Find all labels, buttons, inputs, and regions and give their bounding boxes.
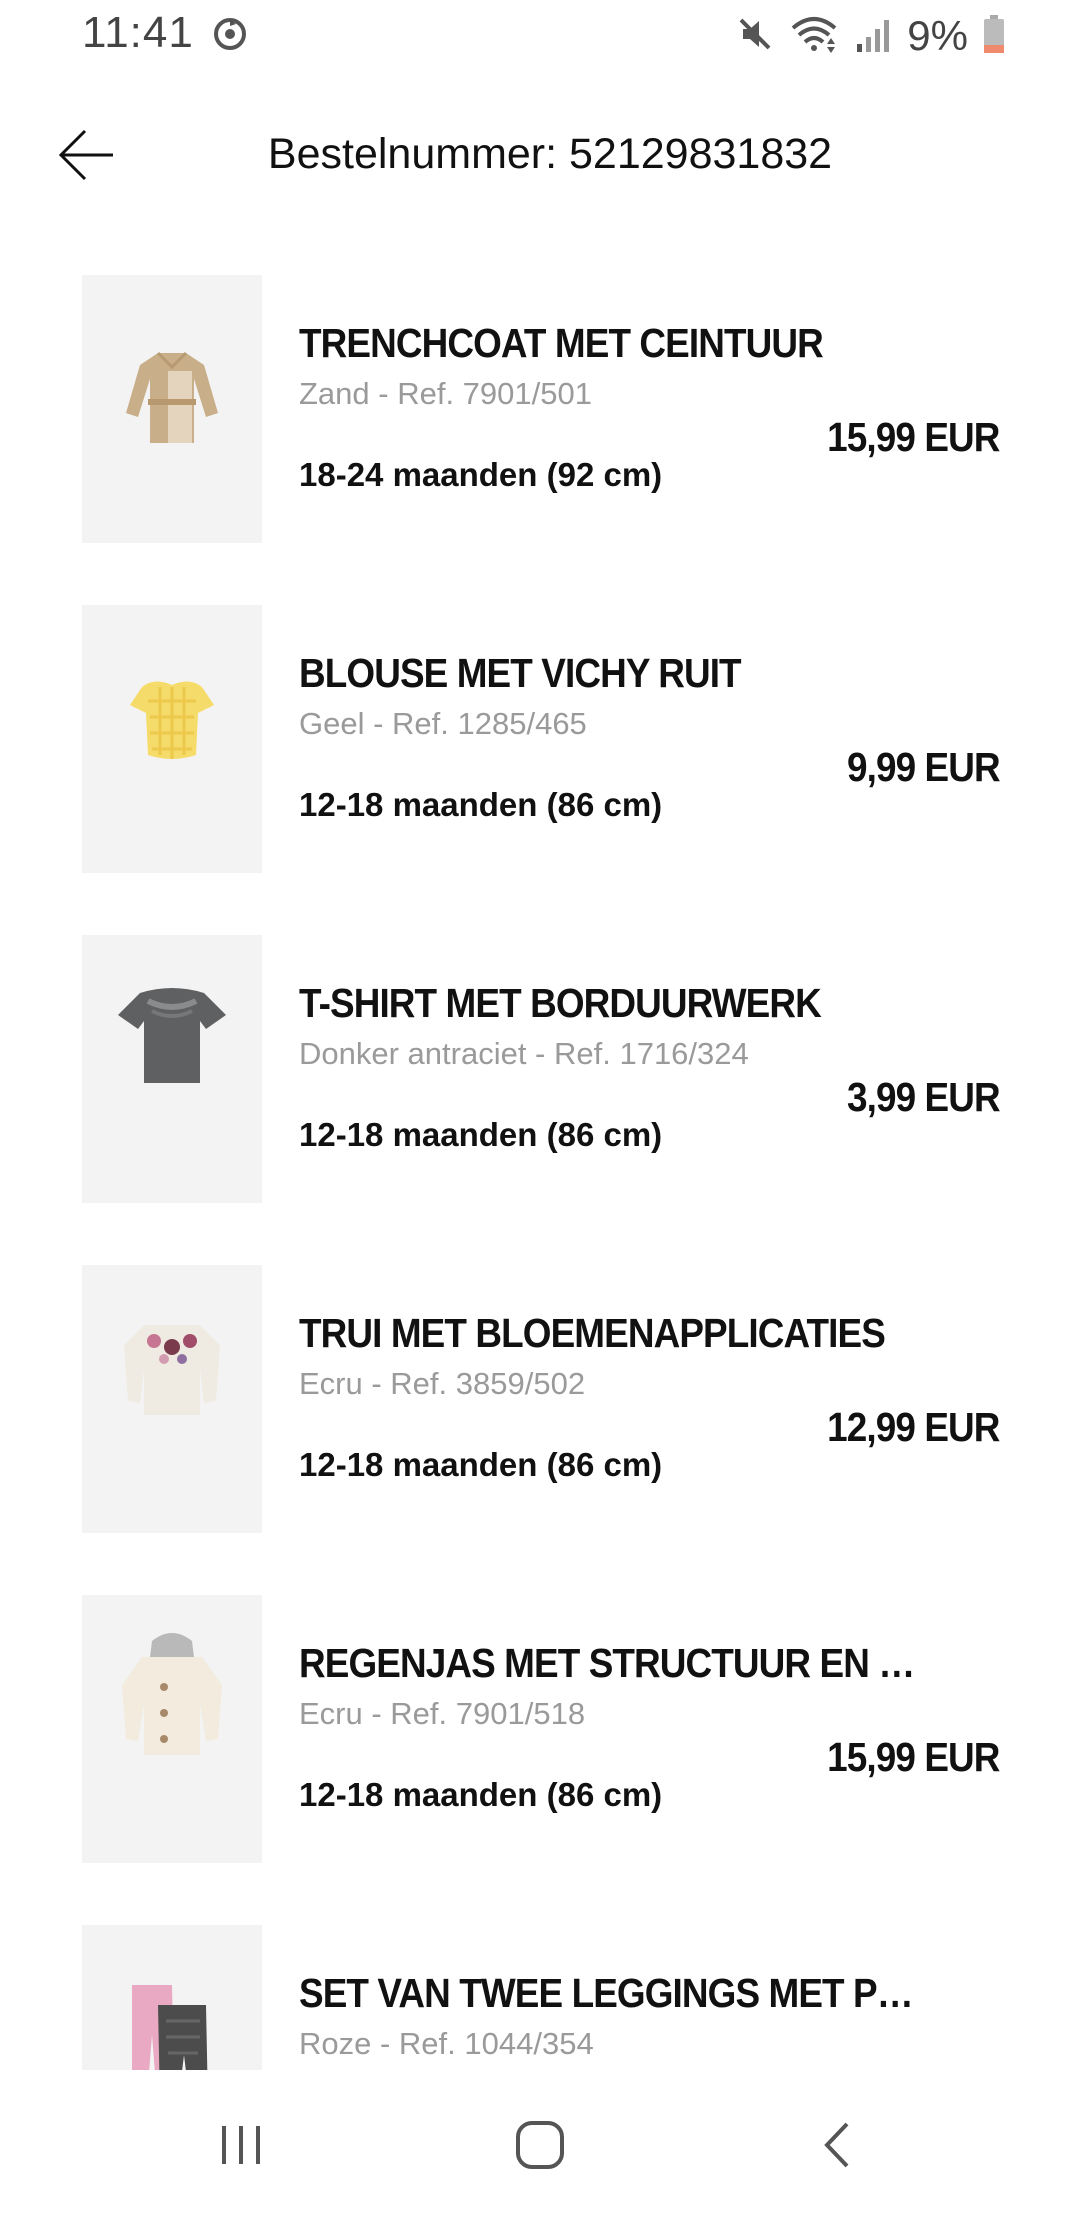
product-image[interactable] xyxy=(82,1595,262,1863)
product-name: SET VAN TWEE LEGGINGS MET PRINT xyxy=(299,1970,935,2016)
product-price: 12,99 EUR xyxy=(827,1404,1001,1450)
product-reference: Zand - Ref. 7901/501 xyxy=(299,376,592,411)
product-price: 9,99 EUR xyxy=(847,744,1001,790)
product-image[interactable] xyxy=(82,1925,262,2072)
product-size: 12-18 maanden (86 cm) xyxy=(299,1116,663,1153)
header: Bestelnummer: 52129831832 xyxy=(0,100,1080,210)
mute-icon xyxy=(735,14,775,59)
product-name: REGENJAS MET STRUCTUUR EN GES… xyxy=(299,1640,935,1686)
order-detail-screen: 11:41 9% Bestelnummer: 52129831832 TRENC… xyxy=(0,0,1080,2220)
home-icon xyxy=(516,2121,564,2169)
battery-percentage: 9% xyxy=(907,12,968,59)
product-size: 12-18 maanden (86 cm) xyxy=(299,786,663,823)
home-button[interactable] xyxy=(500,2110,580,2180)
product-price: 3,99 EUR xyxy=(847,1074,1001,1120)
page-title: Bestelnummer: 52129831832 xyxy=(267,130,833,178)
product-image[interactable] xyxy=(82,275,262,543)
product-price: 15,99 EUR xyxy=(827,414,1001,460)
nav-back-icon xyxy=(824,2122,849,2168)
product-image[interactable] xyxy=(82,1265,262,1533)
order-item-blouse[interactable]: BLOUSE MET VICHY RUIT Geel - Ref. 1285/4… xyxy=(0,602,1080,932)
product-reference: Ecru - Ref. 3859/502 xyxy=(299,1366,586,1401)
order-item-tshirt[interactable]: T-SHIRT MET BORDUURWERK Donker antraciet… xyxy=(0,932,1080,1262)
product-size: 12-18 maanden (86 cm) xyxy=(299,1776,663,1813)
recent-apps-icon xyxy=(222,2126,260,2164)
product-image[interactable] xyxy=(82,935,262,1203)
product-size: 12-18 maanden (86 cm) xyxy=(299,1446,663,1483)
order-item-raincoat[interactable]: REGENJAS MET STRUCTUUR EN GES… Ecru - Re… xyxy=(0,1592,1080,1922)
signal-icon xyxy=(853,14,893,59)
product-reference: Geel - Ref. 1285/465 xyxy=(299,706,587,741)
product-image[interactable] xyxy=(82,605,262,873)
product-name: TRENCHCOAT MET CEINTUUR xyxy=(299,320,824,366)
product-name: TRUI MET BLOEMENAPPLICATIES xyxy=(299,1310,886,1356)
product-size: 18-24 maanden (92 cm) xyxy=(299,456,663,493)
system-nav-bar xyxy=(0,2070,1080,2220)
battery-icon xyxy=(982,14,1006,59)
recent-apps-button[interactable] xyxy=(201,2110,281,2180)
status-time: 11:41 xyxy=(82,8,194,57)
product-reference: Roze - Ref. 1044/354 xyxy=(299,2026,594,2061)
order-item-sweater[interactable]: TRUI MET BLOEMENAPPLICATIES Ecru - Ref. … xyxy=(0,1262,1080,1592)
status-icons: 9% xyxy=(735,10,1006,62)
order-item-leggings[interactable]: SET VAN TWEE LEGGINGS MET PRINT Roze - R… xyxy=(0,1922,1080,2072)
order-item-list[interactable]: TRENCHCOAT MET CEINTUUR Zand - Ref. 7901… xyxy=(0,272,1080,2072)
nav-back-button[interactable] xyxy=(800,2110,880,2180)
sync-icon xyxy=(212,16,248,52)
wifi-icon xyxy=(789,14,839,59)
product-reference: Donker antraciet - Ref. 1716/324 xyxy=(299,1036,749,1071)
product-name: BLOUSE MET VICHY RUIT xyxy=(299,650,742,696)
product-price: 15,99 EUR xyxy=(827,1734,1001,1780)
product-name: T-SHIRT MET BORDUURWERK xyxy=(299,980,822,1026)
product-reference: Ecru - Ref. 7901/518 xyxy=(299,1696,586,1731)
status-bar: 11:41 9% xyxy=(0,0,1080,72)
order-item-trenchcoat[interactable]: TRENCHCOAT MET CEINTUUR Zand - Ref. 7901… xyxy=(0,272,1080,602)
